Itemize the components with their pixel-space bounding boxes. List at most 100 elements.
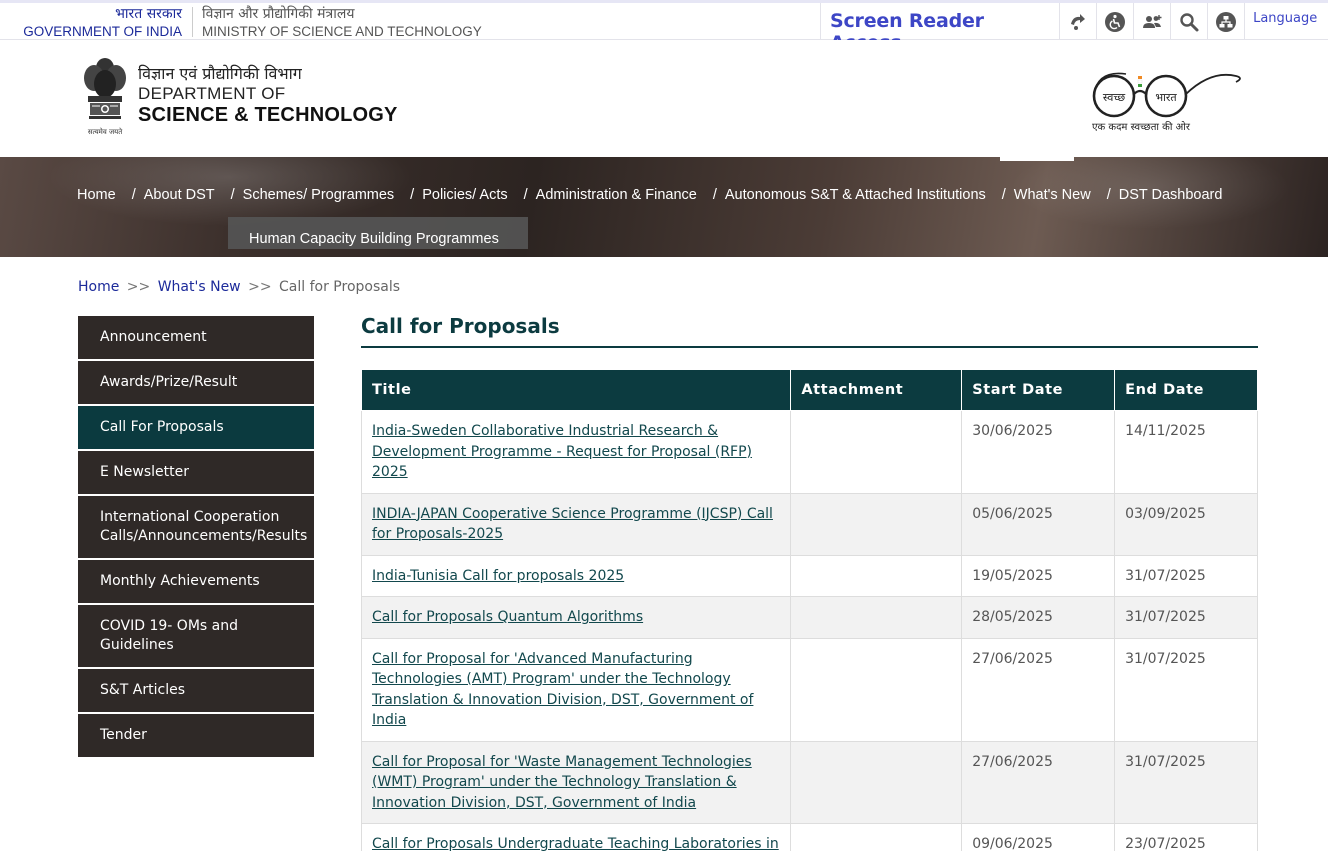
table-row: Call for Proposals Quantum Algorithms 28… [360,596,1258,639]
gov-divider [192,7,193,37]
nav-separator: / [1001,187,1006,203]
proposal-link[interactable]: India-Sweden Collaborative Industrial Re… [372,423,752,480]
proposal-link[interactable]: Call for Proposals Undergraduate Teachin… [372,836,779,851]
cell-title: INDIA-JAPAN Cooperative Science Programm… [360,492,792,556]
cell-end-date: 31/07/2025 [1114,596,1258,639]
cell-title: Call for Proposals Undergraduate Teachin… [360,823,792,851]
breadcrumb-current: Call for Proposals [279,279,401,295]
search-icon [1180,12,1199,31]
page-title: Call for Proposals [361,314,560,338]
cell-attachment [790,740,963,824]
nav-separator: / [1106,187,1111,203]
gov-hindi-label: भारत सरकार [115,6,182,22]
proposal-link[interactable]: Call for Proposal for 'Waste Management … [372,754,752,811]
nav-item-autonomous[interactable]: Autonomous S&T & Attached Institutions [725,187,986,203]
sidebar-item-st-articles[interactable]: S&T Articles [78,669,314,714]
breadcrumb-separator: >> [248,279,272,295]
national-emblem-icon[interactable]: सत्यमेव जयते [80,54,130,140]
department-name-line1: DEPARTMENT OF [138,84,286,103]
nav-separator: / [230,187,235,203]
proposal-link[interactable]: INDIA-JAPAN Cooperative Science Programm… [372,506,773,543]
sidebar-item-call-for-proposals[interactable]: Call For Proposals [78,406,314,451]
cell-title: India-Tunisia Call for proposals 2025 [360,554,792,597]
sitemap-button[interactable] [1207,3,1244,40]
cell-attachment [790,554,963,597]
nav-separator: / [410,187,415,203]
social-media-button[interactable] [1132,3,1170,40]
proposal-link[interactable]: Call for Proposal for 'Advanced Manufact… [372,651,753,729]
breadcrumb-home-link[interactable]: Home [78,279,119,295]
cell-start-date: 27/06/2025 [961,637,1116,742]
cell-end-date: 23/07/2025 [1114,823,1258,851]
sidebar-item-monthly-achievements[interactable]: Monthly Achievements [78,560,314,605]
title-divider [361,346,1258,348]
breadcrumb-whats-new-link[interactable]: What's New [158,279,241,295]
sidebar-item-announcement[interactable]: Announcement [78,316,314,361]
sidebar-item-awards[interactable]: Awards/Prize/Result [78,361,314,406]
cell-attachment [790,410,963,494]
nav-active-indicator [1000,157,1074,161]
table-row: Call for Proposal for 'Advanced Manufact… [360,637,1258,742]
nav-item-schemes[interactable]: Schemes/ Programmes [243,187,395,203]
department-name-line2: SCIENCE & TECHNOLOGY [138,104,398,126]
table-row: INDIA-JAPAN Cooperative Science Programm… [360,492,1258,556]
nav-separator: / [131,187,136,203]
department-hindi-name: विज्ञान एवं प्रौद्योगिकी विभाग [138,64,302,83]
column-header-title: Title [360,369,792,411]
column-header-attachment: Attachment [790,369,963,411]
proposal-link[interactable]: Call for Proposals Quantum Algorithms [372,609,643,625]
skip-to-content-button[interactable] [1058,3,1096,40]
accessibility-icon [1104,11,1125,32]
sidebar-item-international-cooperation[interactable]: International Cooperation Calls/Announce… [78,496,314,560]
search-button[interactable] [1169,3,1207,40]
column-header-end-date: End Date [1114,369,1258,411]
ministry-hindi-label: विज्ञान और प्रौद्योगिकी मंत्रालय [202,6,355,22]
breadcrumb: Home >> What's New >> Call for Proposals [78,279,400,295]
cell-title: Call for Proposal for 'Waste Management … [360,740,792,824]
ministry-link[interactable]: विज्ञान और प्रौद्योगिकी मंत्रालय MINISTR… [202,6,482,40]
swachh-bharat-logo-icon[interactable]: स्वच्छ भारत एक कदम स्वच्छता की ओर [1086,60,1246,136]
government-of-india-link[interactable]: भारत सरकार GOVERNMENT OF INDIA [16,6,182,40]
sidebar-item-covid19[interactable]: COVID 19- OMs and Guidelines [78,605,314,669]
cell-start-date: 09/06/2025 [961,823,1116,851]
breadcrumb-separator: >> [126,279,151,295]
cell-start-date: 05/06/2025 [961,492,1116,556]
sidebar-item-tender[interactable]: Tender [78,714,314,759]
cell-attachment [790,492,963,556]
column-header-start-date: Start Date [961,369,1116,411]
cell-title: India-Sweden Collaborative Industrial Re… [360,410,792,494]
emblem-motto: सत्यमेव जयते [88,127,123,136]
department-logo-text[interactable]: विज्ञान एवं प्रौद्योगिकी विभाग DEPARTMEN… [138,64,398,126]
nav-item-about-dst[interactable]: About DST [144,187,215,203]
nav-item-policies[interactable]: Policies/ Acts [422,187,507,203]
submenu-human-capacity-building[interactable]: Human Capacity Building Programmes [228,217,528,249]
cell-start-date: 30/06/2025 [961,410,1116,494]
accessibility-options-button[interactable] [1095,3,1133,40]
screen-reader-access-link[interactable]: Screen Reader Access [820,3,1059,54]
sidebar: Announcement Awards/Prize/Result Call Fo… [78,316,314,759]
nav-item-whats-new[interactable]: What's New [1014,187,1091,203]
proposals-table: Title Attachment Start Date End Date Ind… [360,369,1258,851]
gov-english-label: GOVERNMENT OF INDIA [23,24,182,39]
main-navigation: Home / About DST / Schemes/ Programmes /… [0,157,1328,257]
nav-banner-background [0,157,1328,257]
cell-end-date: 31/07/2025 [1114,637,1258,742]
government-bar: भारत सरकार GOVERNMENT OF INDIA विज्ञान औ… [0,0,1328,54]
nav-item-home[interactable]: Home [77,187,116,203]
accessibility-tools: Screen Reader Access [820,3,1328,54]
cell-end-date: 03/09/2025 [1114,492,1258,556]
skip-to-content-icon [1070,13,1085,30]
language-selector[interactable]: Language [1244,3,1328,40]
nav-separator: / [712,187,717,203]
proposal-link[interactable]: India-Tunisia Call for proposals 2025 [372,568,624,584]
table-header-row: Title Attachment Start Date End Date [360,369,1258,411]
table-row: India-Sweden Collaborative Industrial Re… [360,410,1258,494]
table-row: India-Tunisia Call for proposals 2025 19… [360,554,1258,597]
cell-start-date: 28/05/2025 [961,596,1116,639]
nav-menu: Home / About DST / Schemes/ Programmes /… [77,186,1222,204]
sidebar-item-e-newsletter[interactable]: E Newsletter [78,451,314,496]
cell-end-date: 31/07/2025 [1114,554,1258,597]
swachh-left-word: स्वच्छ [1103,91,1125,104]
nav-item-administration[interactable]: Administration & Finance [536,187,697,203]
nav-item-dst-dashboard[interactable]: DST Dashboard [1119,187,1223,203]
